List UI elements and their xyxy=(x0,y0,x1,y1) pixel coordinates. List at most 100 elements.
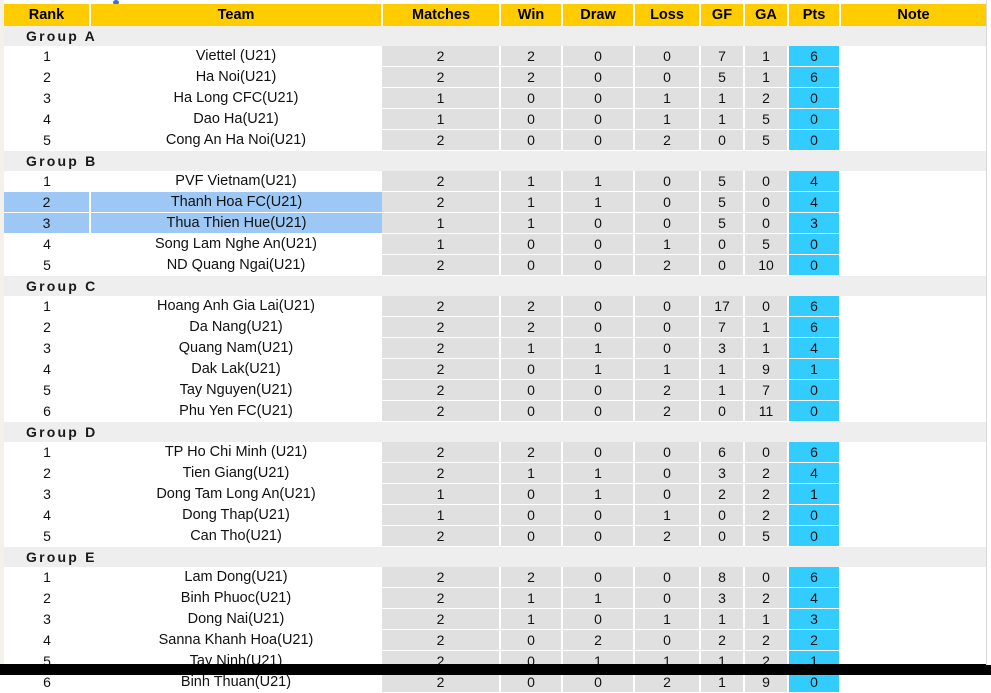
cell-ga: 5 xyxy=(744,525,789,547)
cell-rank: 1 xyxy=(4,442,90,463)
cell-points: 0 xyxy=(788,129,841,151)
cell-note xyxy=(840,608,986,630)
cell-points: 6 xyxy=(788,567,841,588)
column-header-team[interactable]: Team xyxy=(90,4,383,26)
cell-ga: 2 xyxy=(744,483,789,505)
group-header-row: Group D xyxy=(4,421,986,442)
cell-draw: 0 xyxy=(562,379,635,401)
table-row[interactable]: 3 Thua Thien Hue(U21) 1 1 0 0 5 0 3 xyxy=(4,212,986,234)
cell-note xyxy=(840,46,986,67)
column-header-rank[interactable]: Rank xyxy=(4,4,91,26)
cell-win: 0 xyxy=(500,108,563,130)
cell-points: 3 xyxy=(788,608,841,630)
cell-draw: 0 xyxy=(562,608,635,630)
cell-note xyxy=(840,462,986,484)
table-row[interactable]: 4 Dao Ha(U21) 1 0 0 1 1 5 0 xyxy=(4,108,986,130)
cell-team-name: Ha Long CFC(U21) xyxy=(90,87,382,109)
cell-draw: 0 xyxy=(562,129,635,151)
table-row[interactable]: 2 Ha Noi(U21) 2 2 0 0 5 1 6 xyxy=(4,66,986,88)
cell-team-name: Thua Thien Hue(U21) xyxy=(90,212,382,234)
group-label: Group E xyxy=(4,546,986,567)
cell-matches: 2 xyxy=(382,379,501,401)
cell-win: 2 xyxy=(500,567,563,588)
table-row[interactable]: 2 Tien Giang(U21) 2 1 1 0 3 2 4 xyxy=(4,462,986,484)
column-header-pts[interactable]: Pts xyxy=(788,4,841,26)
table-row[interactable]: 1 PVF Vietnam(U21) 2 1 1 0 5 0 4 xyxy=(4,171,986,192)
cell-win: 2 xyxy=(500,66,563,88)
column-header-loss[interactable]: Loss xyxy=(634,4,701,26)
cell-rank: 3 xyxy=(4,212,91,234)
cell-note xyxy=(840,129,986,151)
cell-rank: 1 xyxy=(4,171,90,192)
table-row[interactable]: 1 Lam Dong(U21) 2 2 0 0 8 0 6 xyxy=(4,567,986,588)
table-row[interactable]: 3 Dong Tam Long An(U21) 1 0 1 0 2 2 1 xyxy=(4,483,986,505)
table-body: Group A 1 Viettel (U21) 2 2 0 0 7 1 6 2 Ha Noi(U21)… xyxy=(4,26,986,693)
table-row[interactable]: 4 Dak Lak(U21) 2 0 1 1 1 9 1 xyxy=(4,358,986,380)
cell-points: 0 xyxy=(788,504,841,526)
table-row[interactable]: 4 Sanna Khanh Hoa(U21) 2 0 2 0 2 2 2 xyxy=(4,629,986,651)
table-row[interactable]: 3 Quang Nam(U21) 2 1 1 0 3 1 4 xyxy=(4,337,986,359)
table-row[interactable]: 2 Binh Phuoc(U21) 2 1 1 0 3 2 4 xyxy=(4,587,986,609)
cell-draw: 0 xyxy=(562,525,635,547)
cell-win: 0 xyxy=(500,358,563,380)
table-row[interactable]: 4 Song Lam Nghe An(U21) 1 0 0 1 0 5 0 xyxy=(4,233,986,255)
cell-gf: 0 xyxy=(700,129,745,151)
cell-win: 0 xyxy=(500,483,563,505)
cell-loss: 0 xyxy=(634,316,701,338)
table-row[interactable]: 4 Dong Thap(U21) 1 0 0 1 0 2 0 xyxy=(4,504,986,526)
cell-ga: 0 xyxy=(744,212,789,234)
cell-gf: 0 xyxy=(700,400,745,422)
column-header-gf[interactable]: GF xyxy=(700,4,745,26)
cell-gf: 8 xyxy=(700,567,745,588)
cell-points: 4 xyxy=(788,171,841,192)
table-row[interactable]: 3 Dong Nai(U21) 2 1 0 1 1 1 3 xyxy=(4,608,986,630)
group-label: Group C xyxy=(4,275,986,296)
cell-ga: 1 xyxy=(744,316,789,338)
cell-team-name: Viettel (U21) xyxy=(90,46,382,67)
cell-rank: 3 xyxy=(4,608,90,630)
cell-gf: 2 xyxy=(700,629,745,651)
cell-team-name: Tay Nguyen(U21) xyxy=(90,379,382,401)
table-row[interactable]: 3 Ha Long CFC(U21) 1 0 0 1 1 2 0 xyxy=(4,87,986,109)
cell-matches: 2 xyxy=(382,171,501,192)
table-row[interactable]: 5 Can Tho(U21) 2 0 0 2 0 5 0 xyxy=(4,525,986,547)
cell-rank: 5 xyxy=(4,379,90,401)
cell-team-name: Song Lam Nghe An(U21) xyxy=(90,233,382,255)
cell-rank: 5 xyxy=(4,254,90,276)
cell-ga: 0 xyxy=(744,171,789,192)
cell-rank: 3 xyxy=(4,483,90,505)
column-header-ga[interactable]: GA xyxy=(744,4,789,26)
cell-win: 0 xyxy=(500,233,563,255)
column-header-matches[interactable]: Matches xyxy=(382,4,501,26)
table-row[interactable]: 6 Phu Yen FC(U21) 2 0 0 2 0 11 0 xyxy=(4,400,986,422)
group-header-row: Group A xyxy=(4,26,986,46)
cell-team-name: Phu Yen FC(U21) xyxy=(90,400,382,422)
table-row[interactable]: 1 Viettel (U21) 2 2 0 0 7 1 6 xyxy=(4,46,986,67)
cell-draw: 0 xyxy=(562,254,635,276)
cell-rank: 1 xyxy=(4,296,90,317)
right-edge-gutter xyxy=(986,0,991,665)
column-header-note[interactable]: Note xyxy=(840,4,986,26)
table-row[interactable]: 2 Thanh Hoa FC(U21) 2 1 1 0 5 0 4 xyxy=(4,191,986,213)
table-row[interactable]: 1 TP Ho Chi Minh (U21) 2 2 0 0 6 0 6 xyxy=(4,442,986,463)
cell-team-name: Sanna Khanh Hoa(U21) xyxy=(90,629,382,651)
cell-rank: 6 xyxy=(4,400,90,422)
cell-matches: 1 xyxy=(382,233,501,255)
table-row[interactable]: 5 Cong An Ha Noi(U21) 2 0 0 2 0 5 0 xyxy=(4,129,986,151)
cell-matches: 2 xyxy=(382,191,501,213)
cell-points: 6 xyxy=(788,442,841,463)
table-row[interactable]: 5 Tay Nguyen(U21) 2 0 0 2 1 7 0 xyxy=(4,379,986,401)
table-row[interactable]: 2 Da Nang(U21) 2 2 0 0 7 1 6 xyxy=(4,316,986,338)
cell-team-name: Binh Phuoc(U21) xyxy=(90,587,382,609)
cell-gf: 1 xyxy=(700,379,745,401)
cell-team-name: Dak Lak(U21) xyxy=(90,358,382,380)
column-header-win[interactable]: Win xyxy=(500,4,563,26)
cell-win: 1 xyxy=(500,608,563,630)
cell-draw: 1 xyxy=(562,358,635,380)
cell-team-name: Ha Noi(U21) xyxy=(90,66,382,88)
table-row[interactable]: 5 ND Quang Ngai(U21) 2 0 0 2 0 10 0 xyxy=(4,254,986,276)
column-header-draw[interactable]: Draw xyxy=(562,4,635,26)
cell-rank: 2 xyxy=(4,66,90,88)
cell-points: 4 xyxy=(788,462,841,484)
table-row[interactable]: 1 Hoang Anh Gia Lai(U21) 2 2 0 0 17 0 6 xyxy=(4,296,986,317)
